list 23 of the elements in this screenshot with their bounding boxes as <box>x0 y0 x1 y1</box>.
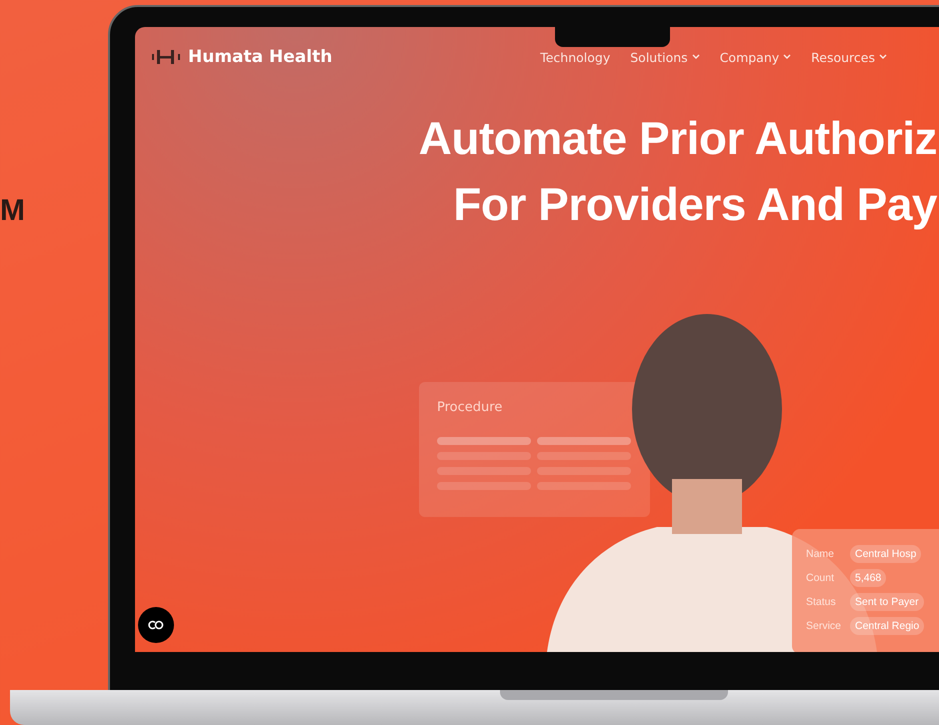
field-label: Service <box>806 620 842 632</box>
headline-line: For Providers And Pay <box>452 177 937 232</box>
field-label: Status <box>806 596 837 608</box>
chat-button[interactable] <box>138 607 174 643</box>
field-value: 5,468 <box>850 569 886 587</box>
field-value: Central Regio <box>850 617 924 635</box>
card-title: Procedure <box>437 400 504 415</box>
brand-name[interactable]: Humata Health <box>188 47 332 67</box>
nav-link[interactable]: Company <box>720 50 792 64</box>
nav-link[interactable]: Resources <box>811 50 887 64</box>
field-value: Central Hosp <box>850 545 922 563</box>
field-label: Count <box>806 572 836 584</box>
side-heading-text: M <box>0 194 25 228</box>
nav-link[interactable]: Solutions <box>630 50 700 64</box>
nav-link[interactable]: Technology <box>540 50 610 64</box>
chevron-down-icon <box>783 54 792 60</box>
loop-icon <box>147 620 165 630</box>
bars-logo-icon <box>152 50 182 64</box>
chevron-down-icon <box>879 54 887 60</box>
headline-line: Automate Prior Authoriz <box>418 111 937 166</box>
field-value: Sent to Payer <box>850 593 924 611</box>
chevron-down-icon <box>692 54 700 60</box>
field-label: Name <box>806 548 836 560</box>
